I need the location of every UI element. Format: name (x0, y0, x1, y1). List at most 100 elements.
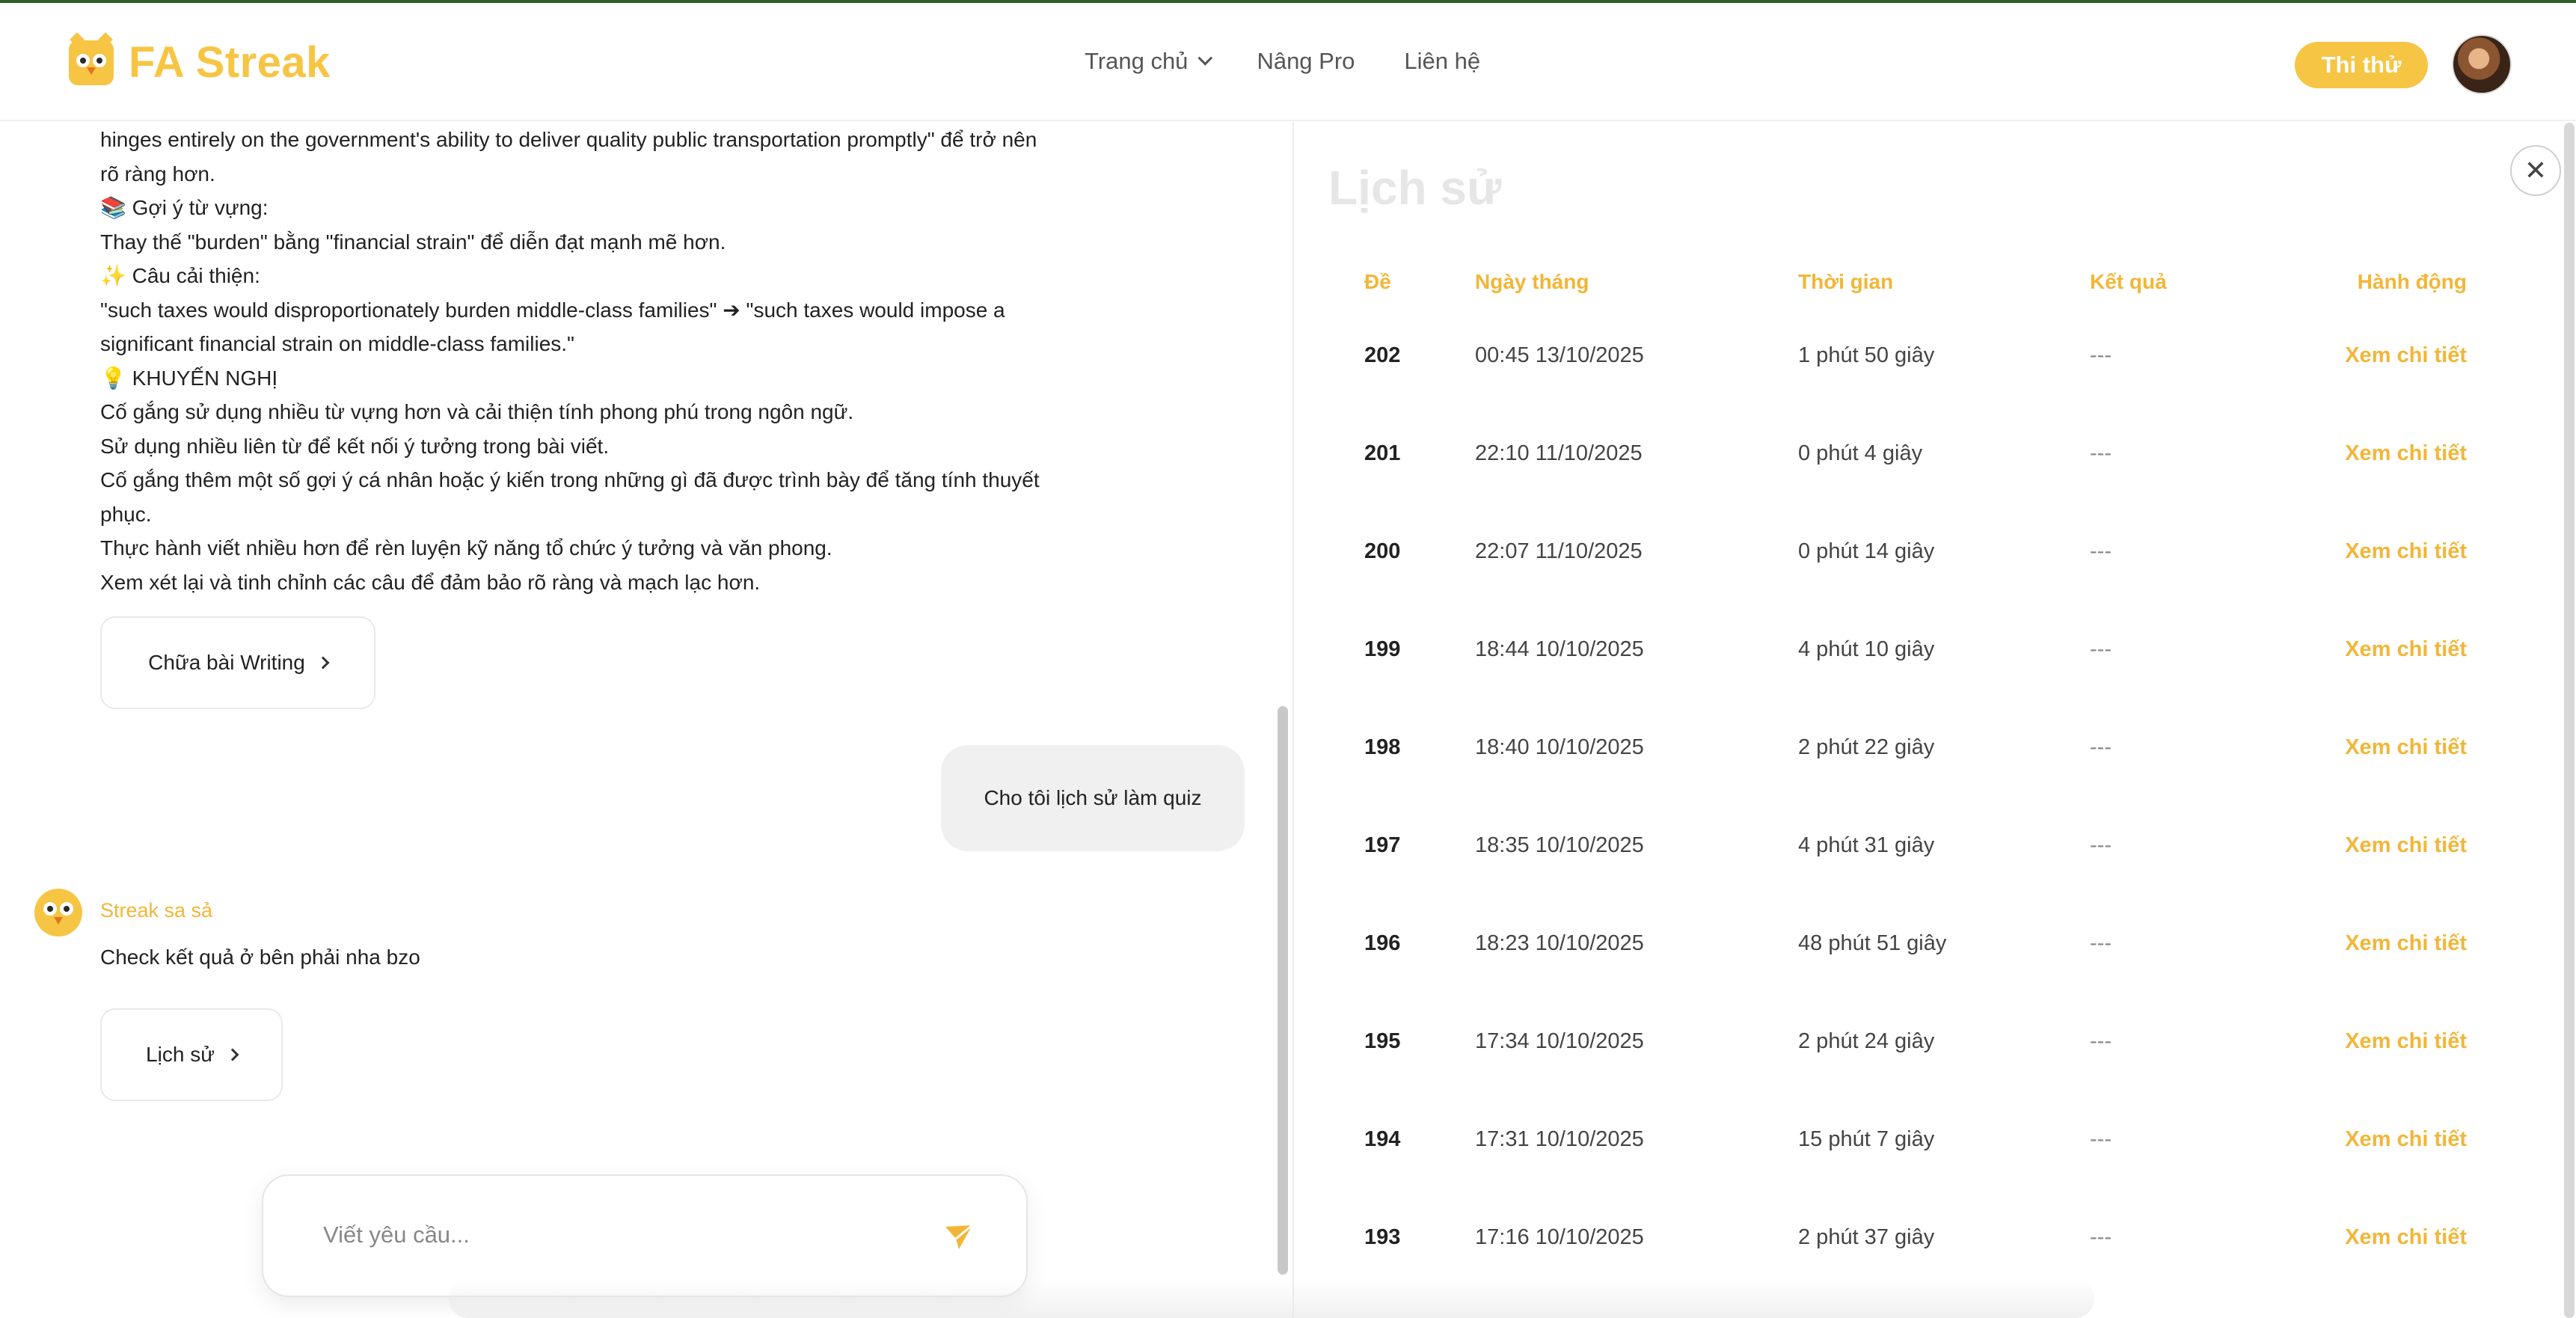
nav-pro-label: Nâng Pro (1257, 48, 1355, 74)
writing-correction-label: Chữa bài Writing (148, 651, 305, 674)
view-detail-link[interactable]: Xem chi tiết (2314, 993, 2525, 1091)
row-date: 22:07 11/10/2025 (1475, 539, 1643, 563)
history-panel: Lịch sử ✕ Đề Ngày tháng Thời gian Kết qu… (1294, 123, 2576, 1318)
table-row: 202 00:45 13/10/2025 1 phút 50 giây --- Xem … (1328, 307, 2525, 405)
app-logo[interactable]: FA Streak (69, 31, 331, 88)
column-header-action: Hành động (2357, 270, 2467, 293)
row-duration: 1 phút 50 giây (1798, 343, 1935, 367)
column-header-test: Đề (1364, 270, 1391, 293)
feedback-line: Thực hành viết nhiều hơn để rèn luyện kỹ… (100, 536, 832, 560)
column-header-result: Kết quả (2090, 270, 2167, 293)
row-result: --- (2090, 539, 2112, 563)
row-date: 17:16 10/10/2025 (1475, 1225, 1644, 1249)
view-detail-link[interactable]: Xem chi tiết (2314, 797, 2525, 895)
user-message-text: Cho tôi lịch sử làm quiz (984, 786, 1202, 809)
row-result: --- (2090, 637, 2112, 661)
view-detail-link[interactable]: Xem chi tiết (2314, 1091, 2525, 1189)
close-icon[interactable]: ✕ (2510, 145, 2561, 196)
view-detail-link[interactable]: Xem chi tiết (2314, 405, 2525, 503)
row-duration: 2 phút 37 giây (1798, 1225, 1935, 1249)
nav-home[interactable]: Trang chủ (1085, 48, 1213, 75)
nav-pro[interactable]: Nâng Pro (1257, 48, 1355, 75)
feedback-line: Cố gắng sử dụng nhiều từ vựng hơn và cải… (100, 400, 854, 423)
feedback-line: Cố gắng thêm một số gợi ý cá nhân hoặc ý… (100, 468, 1040, 491)
feedback-line: Xem xét lại và tinh chỉnh các câu để đảm… (100, 570, 761, 594)
view-detail-link[interactable]: Xem chi tiết (2314, 503, 2525, 601)
row-test-id: 198 (1364, 735, 1401, 759)
feedback-line: significant financial strain on middle-c… (100, 332, 574, 355)
main-nav: Trang chủ Nâng Pro Liên hệ (1085, 48, 1530, 75)
nav-contact-label: Liên hệ (1404, 48, 1481, 74)
row-duration: 15 phút 7 giây (1798, 1127, 1935, 1151)
send-icon[interactable] (942, 1222, 975, 1252)
feedback-line: 💡 KHUYẾN NGHỊ (100, 366, 278, 390)
row-duration: 4 phút 10 giây (1798, 637, 1935, 661)
row-test-id: 199 (1364, 637, 1401, 661)
row-duration: 2 phút 22 giây (1798, 735, 1935, 759)
chevron-down-icon (1197, 50, 1213, 66)
user-message-bubble: Cho tôi lịch sử làm quiz (941, 745, 1245, 851)
view-detail-link[interactable]: Xem chi tiết (2314, 307, 2525, 405)
chat-panel: hinges entirely on the government's abil… (0, 123, 1292, 1318)
view-detail-link[interactable]: Xem chi tiết (2314, 601, 2525, 699)
row-date: 17:31 10/10/2025 (1475, 1127, 1644, 1151)
try-test-button[interactable]: Thi thử (2295, 42, 2428, 88)
user-avatar[interactable] (2452, 34, 2512, 94)
bot-message-text: Check kết quả ở bên phải nha bzo (100, 945, 420, 969)
column-header-duration: Thời gian (1798, 270, 1894, 293)
app-name: FA Streak (129, 38, 331, 87)
table-row: 196 18:23 10/10/2025 48 phút 51 giây --- Xem… (1328, 895, 2525, 993)
row-date: 22:10 11/10/2025 (1475, 441, 1643, 465)
row-test-id: 196 (1364, 931, 1401, 955)
row-date: 17:34 10/10/2025 (1475, 1029, 1644, 1053)
table-row: 197 18:35 10/10/2025 4 phút 31 giây --- Xem … (1328, 797, 2525, 895)
row-duration: 0 phút 14 giây (1798, 539, 1935, 563)
chevron-right-icon (316, 656, 330, 669)
row-date: 00:45 13/10/2025 (1475, 343, 1644, 367)
logo-owl-icon (69, 31, 114, 85)
row-test-id: 194 (1364, 1127, 1401, 1151)
bot-avatar-icon (34, 889, 82, 937)
table-row: 193 17:16 10/10/2025 2 phút 37 giây --- Xem … (1328, 1189, 2525, 1287)
row-duration: 4 phút 31 giây (1798, 833, 1935, 857)
chat-input[interactable] (323, 1216, 921, 1254)
nav-contact[interactable]: Liên hệ (1404, 48, 1480, 75)
bottom-fade (449, 1279, 2094, 1318)
view-detail-link[interactable]: Xem chi tiết (2314, 699, 2525, 797)
row-test-id: 202 (1364, 343, 1401, 367)
feedback-line: hinges entirely on the government's abil… (100, 128, 1037, 151)
writing-correction-button[interactable]: Chữa bài Writing (100, 616, 375, 709)
row-test-id: 195 (1364, 1029, 1401, 1053)
history-table-body: 202 00:45 13/10/2025 1 phút 50 giây --- Xem … (1328, 307, 2525, 1287)
history-button-label: Lịch sử (146, 1043, 215, 1066)
row-result: --- (2090, 343, 2112, 367)
feedback-line: 📚 Gợi ý từ vựng: (100, 196, 269, 219)
row-date: 18:44 10/10/2025 (1475, 637, 1644, 661)
history-button[interactable]: Lịch sử (100, 1008, 283, 1101)
chat-scrollbar[interactable] (1278, 706, 1288, 1275)
row-test-id: 201 (1364, 441, 1401, 465)
table-row: 195 17:34 10/10/2025 2 phút 24 giây --- Xem … (1328, 993, 2525, 1091)
history-scrollbar[interactable] (2564, 123, 2575, 1318)
feedback-line: ✨ Câu cải thiện: (100, 264, 260, 287)
nav-home-label: Trang chủ (1085, 48, 1189, 74)
assistant-feedback-text: hinges entirely on the government's abil… (100, 123, 1147, 599)
history-table: Đề Ngày tháng Thời gian Kết quả Hành độn… (1328, 257, 2525, 1287)
row-test-id: 193 (1364, 1225, 1401, 1249)
row-result: --- (2090, 1029, 2112, 1053)
top-header: FA Streak Trang chủ Nâng Pro Liên hệ Thi… (0, 3, 2576, 121)
view-detail-link[interactable]: Xem chi tiết (2314, 895, 2525, 993)
row-test-id: 197 (1364, 833, 1401, 857)
view-detail-link[interactable]: Xem chi tiết (2314, 1189, 2525, 1287)
history-title: Lịch sử (1328, 161, 1502, 215)
row-date: 18:23 10/10/2025 (1475, 931, 1644, 955)
column-header-date: Ngày tháng (1475, 270, 1589, 293)
row-result: --- (2090, 931, 2112, 955)
history-header-row: Đề Ngày tháng Thời gian Kết quả Hành độn… (1328, 257, 2525, 307)
feedback-line: "such taxes would disproportionately bur… (100, 298, 1005, 322)
row-duration: 0 phút 4 giây (1798, 441, 1923, 465)
row-result: --- (2090, 1127, 2112, 1151)
table-row: 199 18:44 10/10/2025 4 phút 10 giây --- Xem … (1328, 601, 2525, 699)
chevron-right-icon (226, 1048, 239, 1061)
row-result: --- (2090, 441, 2112, 465)
